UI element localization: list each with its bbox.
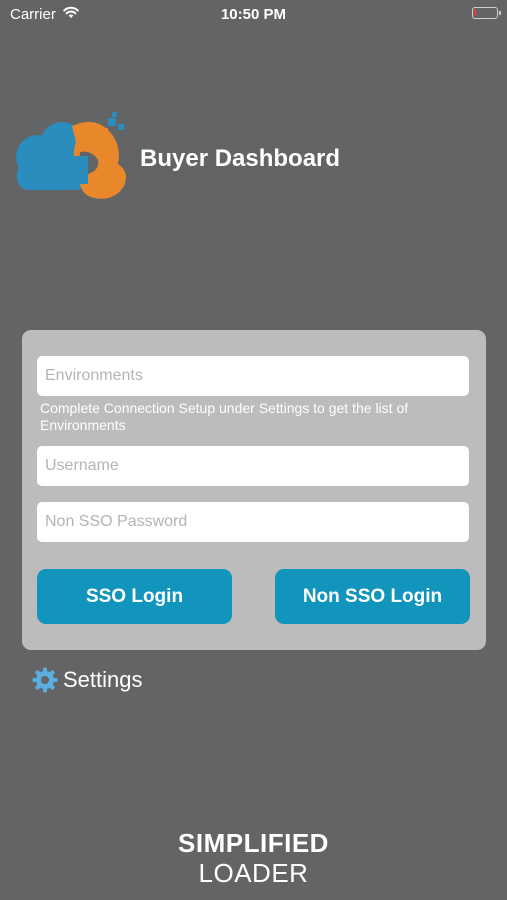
settings-label: Settings	[63, 667, 143, 692]
battery-level	[474, 9, 476, 16]
settings-link[interactable]: Settings	[32, 666, 143, 694]
status-bar: Carrier 10:50 PM	[0, 0, 507, 28]
username-field[interactable]	[37, 446, 469, 486]
brand-footer: SIMPLIFIED LOADER	[0, 828, 507, 888]
brand-name-line2: LOADER	[198, 858, 309, 888]
status-time: 10:50 PM	[220, 6, 287, 23]
battery-icon	[472, 7, 501, 19]
environments-hint: Complete Connection Setup under Settings…	[40, 400, 409, 433]
app-header: Buyer Dashboard	[14, 112, 494, 207]
sso-login-button[interactable]: SSO Login	[37, 569, 232, 624]
password-field[interactable]	[37, 502, 469, 542]
login-card: Complete Connection Setup under Settings…	[22, 330, 486, 650]
brand-name-line1: SIMPLIFIED	[178, 828, 329, 858]
app-title: Buyer Dashboard	[140, 145, 341, 172]
environments-field[interactable]	[37, 356, 469, 396]
gear-icon	[32, 667, 58, 693]
non-sso-login-button[interactable]: Non SSO Login	[275, 569, 470, 624]
app-logo	[16, 112, 126, 199]
